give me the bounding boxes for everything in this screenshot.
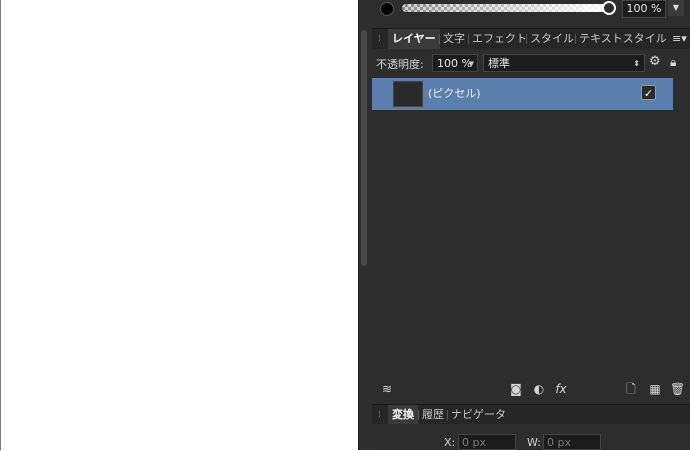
grip-icon[interactable]: ⁞: [378, 34, 382, 44]
layer-opacity-value: 100 %: [437, 57, 472, 70]
panel-menu-icon[interactable]: ≡▾: [672, 32, 687, 46]
transform-panel: X: 0 px W: 0 px: [372, 424, 690, 450]
bottom-panel-tabs: ⁞ 変換 履歴 ナビゲータ: [372, 404, 690, 425]
opacity-label: 不透明度:: [376, 58, 424, 71]
adjustment-icon[interactable]: ◐: [532, 382, 546, 396]
new-layer-icon[interactable]: 🗋︎: [624, 382, 638, 396]
trash-icon[interactable]: 🗑︎: [670, 382, 685, 396]
layers-stack-icon[interactable]: ≋: [380, 382, 394, 396]
tab-divider: [468, 34, 469, 44]
w-label: W:: [527, 436, 541, 449]
pixel-layer-icon[interactable]: ▦: [648, 382, 662, 396]
chevron-down-icon[interactable]: ▼: [668, 0, 684, 16]
layer-properties-bar: 不透明度: 100 % ▼ 標準 ⬍ ⚙ 🔒︎: [372, 50, 690, 76]
updown-arrows-icon: ⬍: [633, 59, 640, 68]
gear-icon[interactable]: ⚙: [649, 55, 663, 69]
mask-icon[interactable]: ◙: [509, 382, 523, 396]
fx-icon[interactable]: fx: [554, 382, 568, 396]
tab-text[interactable]: 文字: [443, 29, 465, 49]
tab-divider: [575, 34, 576, 44]
layers-list: (ピクセル) ✓: [372, 78, 690, 378]
tab-history[interactable]: 履歴: [422, 405, 444, 425]
layer-opacity-field[interactable]: 100 % ▼: [432, 54, 478, 72]
tab-layers[interactable]: レイヤー: [388, 29, 440, 49]
lock-icon[interactable]: 🔒︎: [670, 55, 682, 69]
w-field[interactable]: 0 px: [543, 434, 601, 450]
right-panel: 100 % ▼ ⁞ レイヤー 文字 エフェクト スタイル テキストスタイル ≡▾…: [372, 0, 690, 450]
opacity-slider[interactable]: [402, 4, 612, 12]
color-swatch-icon[interactable]: [380, 2, 394, 16]
chevron-down-icon: ▼: [468, 60, 474, 68]
tab-navigator[interactable]: ナビゲータ: [451, 405, 506, 425]
studio-tabs: ⁞ レイヤー 文字 エフェクト スタイル テキストスタイル ≡▾: [372, 28, 690, 49]
tab-effects[interactable]: エフェクト: [472, 29, 527, 49]
tab-divider: [418, 410, 419, 420]
layer-row[interactable]: (ピクセル) ✓: [372, 78, 673, 110]
tab-divider: [526, 34, 527, 44]
blend-mode-value: 標準: [488, 57, 510, 70]
tab-transform[interactable]: 変換: [388, 405, 418, 425]
layer-name: (ピクセル): [428, 87, 481, 100]
layer-thumbnail: [393, 81, 423, 107]
document-canvas[interactable]: [0, 0, 358, 450]
x-field[interactable]: 0 px: [458, 434, 516, 450]
tab-text-styles[interactable]: テキストスタイル: [579, 29, 667, 49]
x-label: X:: [444, 436, 456, 449]
tab-divider: [447, 410, 448, 420]
layer-visibility-checkbox[interactable]: ✓: [641, 85, 656, 100]
color-opacity-row: 100 % ▼: [372, 0, 690, 18]
blend-mode-select[interactable]: 標準 ⬍: [483, 54, 645, 72]
color-opacity-field[interactable]: 100 %: [622, 0, 666, 18]
layer-toolbar: ≋ ◙ ◐ fx 🗋︎ ▦ 🗑︎: [372, 378, 690, 400]
tab-styles[interactable]: スタイル: [530, 29, 574, 49]
opacity-slider-knob[interactable]: [602, 1, 616, 15]
canvas-scrollbar[interactable]: [361, 30, 367, 266]
tab-divider: [439, 34, 440, 44]
grip-icon[interactable]: ⁞: [378, 410, 382, 420]
